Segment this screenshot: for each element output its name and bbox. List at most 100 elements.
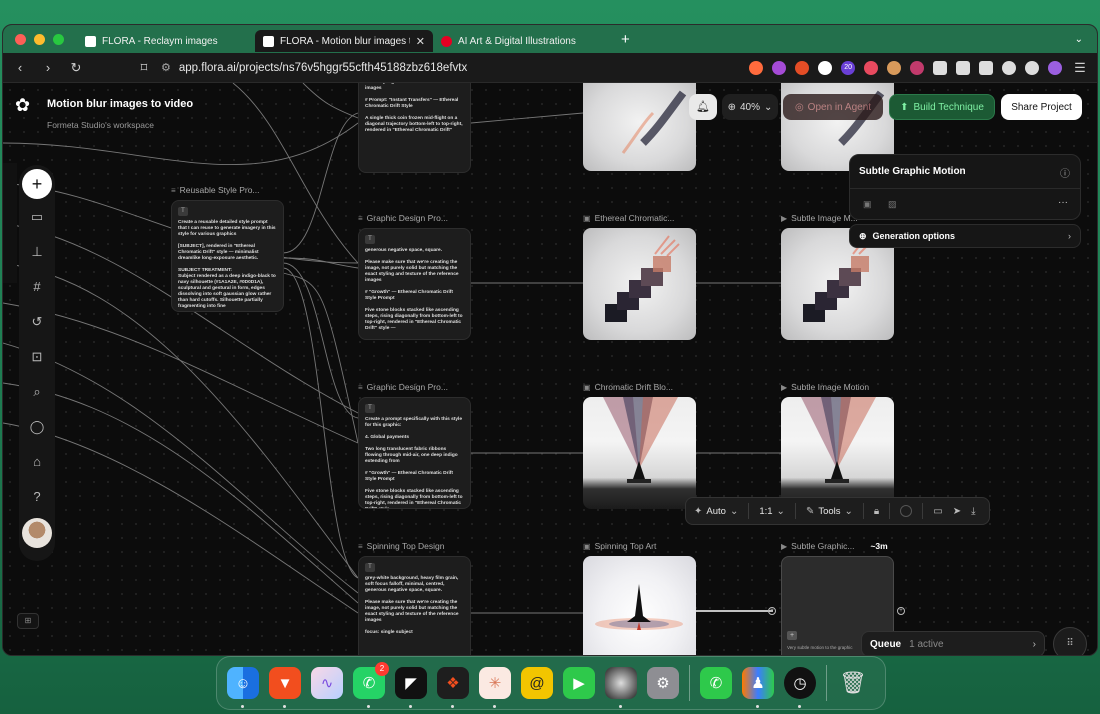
download-icon[interactable]: ⤓ — [971, 506, 975, 517]
vpn-icon[interactable] — [1025, 60, 1039, 75]
chat-icon[interactable]: ◯ — [19, 409, 55, 444]
profile-icon[interactable] — [1048, 60, 1062, 75]
arc-icon[interactable]: ∿ — [311, 667, 343, 699]
forward-button[interactable]: › — [39, 60, 57, 75]
close-window-button[interactable] — [15, 33, 26, 45]
leo-ai-icon[interactable] — [1002, 60, 1016, 75]
minimap-icon[interactable]: ⊞ — [17, 613, 39, 629]
bell-icon[interactable]: 🔔︎ — [689, 94, 717, 120]
image-icon[interactable]: ▨ — [888, 199, 897, 210]
send-icon[interactable]: ➤ — [953, 506, 961, 517]
connector-handle[interactable]: + — [768, 607, 776, 615]
puzzle-icon[interactable] — [933, 60, 947, 75]
search-icon[interactable]: ⌕ — [19, 374, 55, 409]
flora-logo-icon[interactable]: ✿ — [15, 95, 35, 115]
whatsapp-icon[interactable]: ✆ 2 — [353, 662, 389, 708]
extension-icon[interactable] — [887, 60, 901, 75]
open-in-agent-button[interactable]: ◎ Open in Agent — [783, 94, 883, 120]
generation-options-button[interactable]: ⊕ Generation options › — [849, 224, 1081, 248]
extensions-row: 20 ☰ — [749, 60, 1089, 76]
extension-badge[interactable]: 20 — [841, 60, 855, 75]
zoom-dropdown[interactable]: ⊕ 40% ⌄ — [722, 94, 778, 120]
aspect-ratio-dropdown[interactable]: 1:1 ⌄ — [759, 506, 785, 517]
trash-icon[interactable]: 🗑︎ — [837, 667, 869, 699]
connector-handle[interactable]: + — [897, 607, 905, 615]
node-text: Create a prompt specifically with this s… — [365, 417, 463, 508]
image-node-top[interactable] — [583, 83, 696, 171]
extension-icon[interactable] — [864, 60, 878, 75]
sidebar-icon[interactable] — [956, 60, 970, 75]
facetime-icon[interactable]: ▶ — [563, 667, 595, 699]
avatar[interactable] — [22, 518, 52, 548]
new-tab-button[interactable]: + — [621, 31, 630, 48]
brave-rewards-icon[interactable] — [772, 60, 787, 75]
clock-icon[interactable]: ◷ — [784, 667, 816, 708]
tab-flora-reclaym[interactable]: FLORA - Reclaym images — [77, 30, 255, 52]
history-icon[interactable]: ↺ — [19, 304, 55, 339]
node-label-design-2: ≡ Graphic Design Pro... — [358, 382, 448, 392]
wallet-icon[interactable] — [979, 60, 993, 75]
figma-icon[interactable]: ❖ — [437, 667, 469, 708]
grid-dots-icon[interactable]: ⠿ — [1053, 627, 1087, 655]
text-node-design-1[interactable]: T generous negative space, square. Pleas… — [358, 228, 471, 340]
brave-icon[interactable]: ▼ — [269, 667, 301, 708]
finder-icon[interactable]: ☺ — [227, 667, 259, 708]
mode-dropdown[interactable]: ✦ Auto ⌄ — [694, 506, 738, 517]
tools-dropdown[interactable]: ✎ Tools ⌄ — [806, 506, 853, 517]
zoom-icon: ⊕ — [727, 101, 736, 113]
add-node-button[interactable]: + — [22, 169, 52, 199]
people-icon[interactable]: ♟ — [742, 667, 774, 708]
video-node-subtle-2[interactable] — [781, 397, 894, 509]
queue-button[interactable]: Queue 1 active › — [861, 631, 1045, 655]
folder-icon[interactable]: ▭ — [933, 506, 942, 517]
framer-icon[interactable]: ◤ — [395, 667, 427, 708]
shield-icon[interactable] — [818, 60, 833, 75]
color-swatch[interactable] — [900, 505, 913, 517]
close-tab-icon[interactable]: ✕ — [416, 35, 425, 48]
image-node-ethereal[interactable] — [583, 228, 696, 340]
lock-icon[interactable]: 🔒︎ — [874, 506, 879, 517]
bookmark-icon[interactable]: ⌑ — [135, 60, 153, 76]
stamp-icon[interactable]: ⊥ — [19, 234, 55, 269]
tab-pinterest[interactable]: AI Art & Digital Illustrations — [433, 30, 611, 52]
text-node-top[interactable]: exact styling and texture of the referen… — [358, 83, 471, 173]
claude-icon[interactable]: ✳ — [479, 667, 511, 708]
minimize-window-button[interactable] — [34, 33, 45, 45]
text-node-spin-design[interactable]: T grey-white background, heavy film grai… — [358, 556, 471, 655]
url-text[interactable]: app.flora.ai/projects/ns76v5hggr55cfth45… — [179, 62, 467, 74]
orb-icon[interactable] — [605, 667, 637, 708]
brave-shield-icon[interactable] — [749, 60, 764, 75]
phone-icon[interactable]: ✆ — [700, 667, 732, 699]
workspace-name[interactable]: Formeta Studio's workspace — [47, 120, 193, 130]
extension-icon[interactable] — [795, 60, 810, 75]
node-text: grey-white background, heavy film grain,… — [365, 576, 459, 635]
project-title[interactable]: Motion blur images to video — [47, 98, 193, 110]
add-icon[interactable]: + — [787, 631, 797, 640]
settings-icon[interactable]: ⚙ — [647, 667, 679, 699]
image-node-spin-art[interactable] — [583, 556, 696, 655]
zoom-window-button[interactable] — [53, 33, 64, 45]
tab-flora-motion-blur[interactable]: FLORA - Motion blur images to video ✕ — [255, 30, 433, 52]
tab-menu-chevron-icon[interactable]: ⌄ — [1075, 34, 1083, 45]
extension-icon[interactable] — [910, 60, 924, 75]
hashtag-icon[interactable]: # — [19, 269, 55, 304]
address-bar[interactable]: ⌑ ⚙ app.flora.ai/projects/ns76v5hggr55cf… — [135, 60, 650, 76]
site-settings-icon[interactable]: ⚙ — [161, 61, 171, 74]
menu-icon[interactable]: ☰ — [1071, 60, 1089, 76]
text-node-reusable[interactable]: T Create a reusable detailed style promp… — [171, 200, 284, 312]
frame-icon[interactable]: ▣ — [863, 199, 872, 210]
build-technique-button[interactable]: ⬆ Build Technique — [889, 94, 995, 120]
scan-icon[interactable]: ⊡ — [19, 339, 55, 374]
image-node-chromatic[interactable] — [583, 397, 696, 509]
folder-icon[interactable]: ▭ — [19, 199, 55, 234]
info-icon[interactable]: ⓘ — [1060, 165, 1070, 180]
share-project-button[interactable]: Share Project — [1001, 94, 1082, 120]
spiral-icon[interactable]: @ — [521, 667, 553, 699]
more-options-icon[interactable]: ··· — [1058, 197, 1068, 208]
back-button[interactable]: ‹ — [11, 60, 29, 75]
text-node-design-2[interactable]: T Create a prompt specifically with this… — [358, 397, 471, 509]
reload-button[interactable]: ↻ — [67, 60, 85, 76]
learn-icon[interactable]: ⌂ — [19, 444, 55, 479]
help-icon[interactable]: ? — [19, 479, 55, 514]
flora-canvas[interactable]: ✿ Motion blur images to video Formeta St… — [3, 83, 1097, 655]
